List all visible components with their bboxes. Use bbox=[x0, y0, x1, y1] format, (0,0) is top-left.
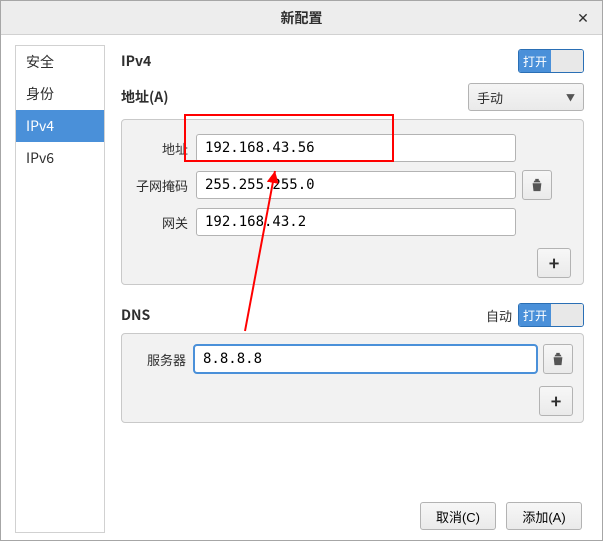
delete-dns-button[interactable] bbox=[543, 344, 573, 374]
method-select[interactable]: 手动 ▼ bbox=[468, 83, 584, 111]
dns-header: DNS 自动 打开 bbox=[121, 303, 584, 327]
titlebar: 新配置 ✕ bbox=[1, 1, 602, 35]
gateway-input[interactable] bbox=[196, 208, 516, 236]
ipv4-toggle[interactable]: 打开 bbox=[518, 49, 584, 73]
close-icon[interactable]: ✕ bbox=[570, 5, 596, 31]
dns-server-row: 服务器 bbox=[132, 344, 573, 374]
trash-icon bbox=[551, 352, 565, 366]
sidebar: 安全 身份 IPv4 IPv6 bbox=[15, 45, 105, 533]
dns-auto-label: 自动 bbox=[486, 306, 512, 325]
address-row: 地址 bbox=[134, 134, 571, 162]
dns-title: DNS bbox=[121, 305, 150, 325]
add-button[interactable]: 添加(A) bbox=[506, 502, 582, 530]
address-label: 地址 bbox=[134, 139, 196, 158]
toggle-off-pad bbox=[551, 50, 583, 72]
dialog-body: 安全 身份 IPv4 IPv6 IPv4 打开 地址(A) 手动 ▼ bbox=[1, 35, 602, 540]
netmask-label: 子网掩码 bbox=[134, 176, 196, 195]
gateway-label: 网关 bbox=[134, 213, 196, 232]
addresses-header: 地址(A) 手动 ▼ bbox=[121, 83, 584, 111]
sidebar-item-ipv6[interactable]: IPv6 bbox=[16, 142, 104, 174]
address-input[interactable] bbox=[196, 134, 516, 162]
dns-server-input[interactable] bbox=[194, 345, 537, 373]
addresses-panel: 地址 子网掩码 网关 + bbox=[121, 119, 584, 285]
ipv4-title: IPv4 bbox=[121, 51, 151, 71]
gateway-row: 网关 bbox=[134, 208, 571, 236]
add-dns-button[interactable]: + bbox=[539, 386, 573, 416]
trash-icon bbox=[530, 178, 544, 192]
footer: 取消(C) 添加(A) bbox=[420, 496, 594, 530]
main-panel: IPv4 打开 地址(A) 手动 ▼ 地址 子网掩码 bbox=[105, 35, 602, 540]
dialog: 新配置 ✕ 安全 身份 IPv4 IPv6 IPv4 打开 地址(A) 手动 ▼ bbox=[0, 0, 603, 541]
ipv4-header: IPv4 打开 bbox=[121, 49, 584, 73]
addresses-title: 地址(A) bbox=[121, 87, 169, 107]
delete-address-button[interactable] bbox=[522, 170, 552, 200]
dns-toggle[interactable]: 打开 bbox=[518, 303, 584, 327]
add-address-button[interactable]: + bbox=[537, 248, 571, 278]
dns-toggle-off-pad bbox=[551, 304, 583, 326]
netmask-input[interactable] bbox=[196, 171, 516, 199]
method-value: 手动 bbox=[477, 88, 503, 107]
cancel-button[interactable]: 取消(C) bbox=[420, 502, 496, 530]
dialog-title: 新配置 bbox=[1, 8, 602, 28]
dns-panel: 服务器 + bbox=[121, 333, 584, 423]
chevron-down-icon: ▼ bbox=[566, 91, 575, 104]
dns-toggle-on-label: 打开 bbox=[519, 304, 551, 326]
sidebar-item-identity[interactable]: 身份 bbox=[16, 78, 104, 110]
netmask-row: 子网掩码 bbox=[134, 170, 571, 200]
sidebar-item-ipv4[interactable]: IPv4 bbox=[16, 110, 104, 142]
toggle-on-label: 打开 bbox=[519, 50, 551, 72]
sidebar-item-security[interactable]: 安全 bbox=[16, 46, 104, 78]
dns-server-label: 服务器 bbox=[132, 350, 194, 369]
